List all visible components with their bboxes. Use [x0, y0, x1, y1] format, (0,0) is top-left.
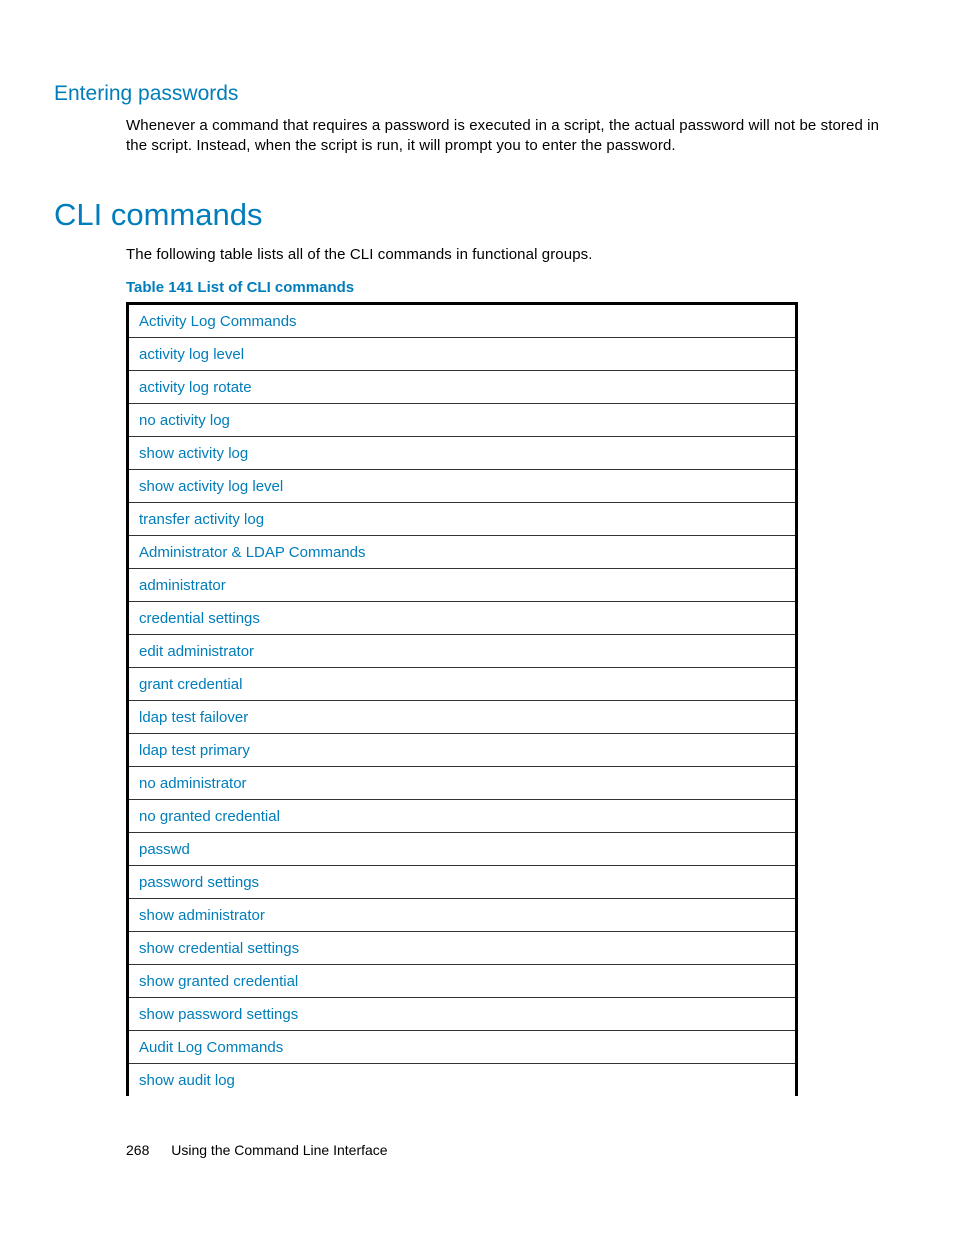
table-row[interactable]: activity log level: [129, 338, 795, 371]
table-row[interactable]: show granted credential: [129, 965, 795, 998]
table-row[interactable]: show password settings: [129, 998, 795, 1031]
table-row[interactable]: show administrator: [129, 899, 795, 932]
table-row[interactable]: activity log rotate: [129, 371, 795, 404]
table-row[interactable]: password settings: [129, 866, 795, 899]
heading-entering-passwords: Entering passwords: [54, 82, 900, 106]
table-row[interactable]: show credential settings: [129, 932, 795, 965]
table-row[interactable]: ldap test primary: [129, 734, 795, 767]
page-footer: 268 Using the Command Line Interface: [126, 1142, 388, 1158]
table-row[interactable]: no granted credential: [129, 800, 795, 833]
table-row[interactable]: grant credential: [129, 668, 795, 701]
page-number: 268: [126, 1142, 149, 1158]
table-row[interactable]: passwd: [129, 833, 795, 866]
table-caption: Table 141 List of CLI commands: [126, 279, 900, 296]
table-row[interactable]: administrator: [129, 569, 795, 602]
table-row[interactable]: credential settings: [129, 602, 795, 635]
paragraph-cli-intro: The following table lists all of the CLI…: [126, 245, 900, 265]
table-row[interactable]: ldap test failover: [129, 701, 795, 734]
table-row[interactable]: no administrator: [129, 767, 795, 800]
table-row[interactable]: Activity Log Commands: [129, 305, 795, 338]
footer-chapter: Using the Command Line Interface: [171, 1142, 387, 1158]
cli-commands-table: Activity Log Commands activity log level…: [126, 302, 798, 1096]
paragraph-entering-passwords: Whenever a command that requires a passw…: [126, 116, 900, 157]
table-row[interactable]: Administrator & LDAP Commands: [129, 536, 795, 569]
table-row[interactable]: no activity log: [129, 404, 795, 437]
table-row[interactable]: Audit Log Commands: [129, 1031, 795, 1064]
table-row[interactable]: show audit log: [129, 1064, 795, 1096]
table-row[interactable]: transfer activity log: [129, 503, 795, 536]
table-row[interactable]: edit administrator: [129, 635, 795, 668]
table-row[interactable]: show activity log level: [129, 470, 795, 503]
heading-cli-commands: CLI commands: [54, 197, 900, 233]
table-row[interactable]: show activity log: [129, 437, 795, 470]
